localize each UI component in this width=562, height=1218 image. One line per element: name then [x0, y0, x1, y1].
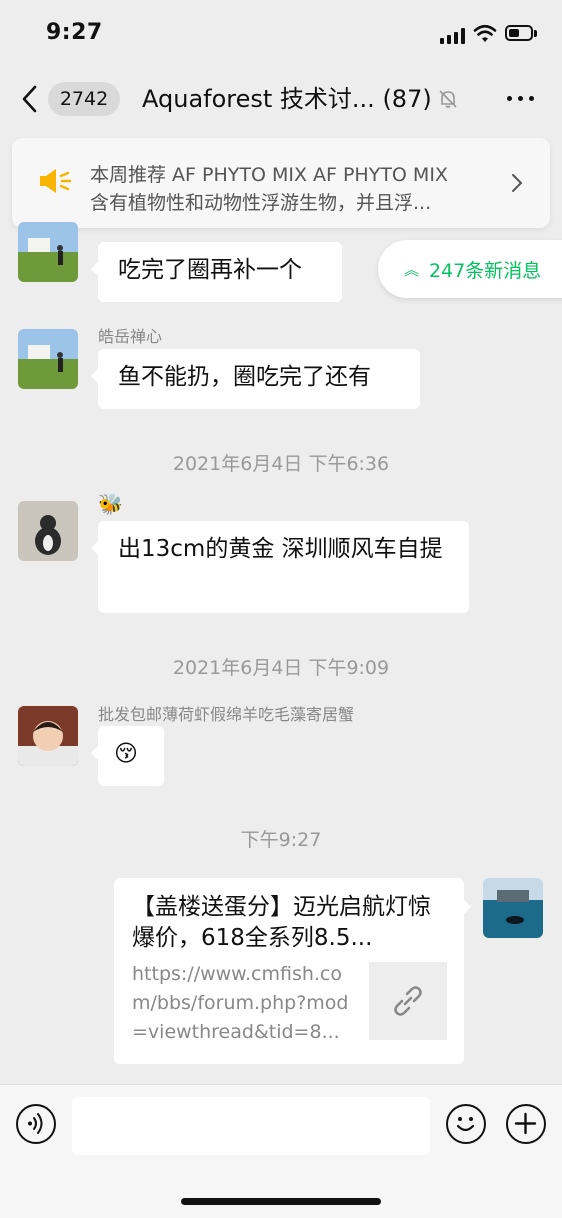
new-messages-jump-button[interactable]: ︽ 247条新消息	[378, 240, 562, 298]
avatar[interactable]	[18, 329, 78, 389]
home-indicator	[181, 1198, 381, 1205]
more-functions-button[interactable]	[506, 1104, 546, 1144]
sender-name: 🐝	[98, 492, 123, 516]
announcement-line-1: 本周推荐 AF PHYTO MIX AF PHYTO MIX	[90, 164, 448, 186]
megaphone-icon	[40, 169, 72, 193]
link-icon	[394, 986, 422, 1016]
plus-icon	[514, 1112, 537, 1135]
message-bubble[interactable]: 吃完了圈再补一个	[91, 242, 342, 302]
double-chevron-up-icon: ︽	[404, 260, 420, 279]
avatar[interactable]	[18, 501, 78, 561]
smiley-icon	[456, 1117, 475, 1132]
message-bubble[interactable]: 出13cm的黄金 深圳顺风车自提	[91, 521, 469, 613]
avatar[interactable]	[18, 222, 78, 282]
message-input[interactable]	[72, 1097, 430, 1155]
link-thumbnail	[369, 962, 447, 1040]
chevron-right-icon	[512, 174, 523, 192]
message-bubble[interactable]: 😚	[91, 726, 164, 786]
timestamp: 2021年6月4日 下午6:36	[172, 453, 390, 475]
unread-count-badge[interactable]: 2742	[48, 82, 120, 116]
battery-icon	[505, 25, 533, 41]
chat-title: Aquaforest 技术讨... (87)	[142, 85, 432, 113]
message-bubble[interactable]: 鱼不能扔，圈吃完了还有	[91, 349, 420, 409]
new-messages-label: 247条新消息	[429, 259, 542, 282]
wifi-icon	[473, 24, 497, 42]
link-card[interactable]: 【盖楼送蛋分】迈光启航灯惊爆价，618全系列8.5... https://www…	[114, 878, 471, 1064]
voice-icon	[28, 1113, 43, 1134]
mute-bell-icon	[439, 90, 457, 108]
battery-tip	[534, 30, 537, 37]
back-icon[interactable]	[20, 84, 42, 114]
sender-name: 皓岳禅心	[98, 327, 163, 346]
status-time: 9:27	[46, 20, 103, 45]
voice-input-button[interactable]	[16, 1104, 56, 1144]
my-avatar[interactable]	[483, 878, 543, 938]
sender-name: 批发包邮薄荷虾假绵羊吃毛藻寄居蟹	[98, 705, 355, 724]
cellular-signal-icon	[440, 28, 466, 44]
announcement-line-2: 含有植物性和动物性浮游生物，并且浮...	[90, 192, 432, 214]
link-card-title: 【盖楼送蛋分】迈光启航灯惊爆价，618全系列8.5...	[132, 894, 431, 951]
avatar[interactable]	[18, 706, 78, 766]
more-options-icon[interactable]	[502, 88, 538, 108]
link-card-url: https://www.cmfish.com/bbs/forum.php?mod…	[132, 963, 349, 1043]
timestamp: 2021年6月4日 下午9:09	[172, 657, 390, 679]
pinned-announcement[interactable]: 本周推荐 AF PHYTO MIX AF PHYTO MIX 含有植物性和动物性…	[12, 138, 550, 228]
emoji-button[interactable]	[446, 1104, 486, 1144]
timestamp: 下午9:27	[240, 829, 322, 851]
